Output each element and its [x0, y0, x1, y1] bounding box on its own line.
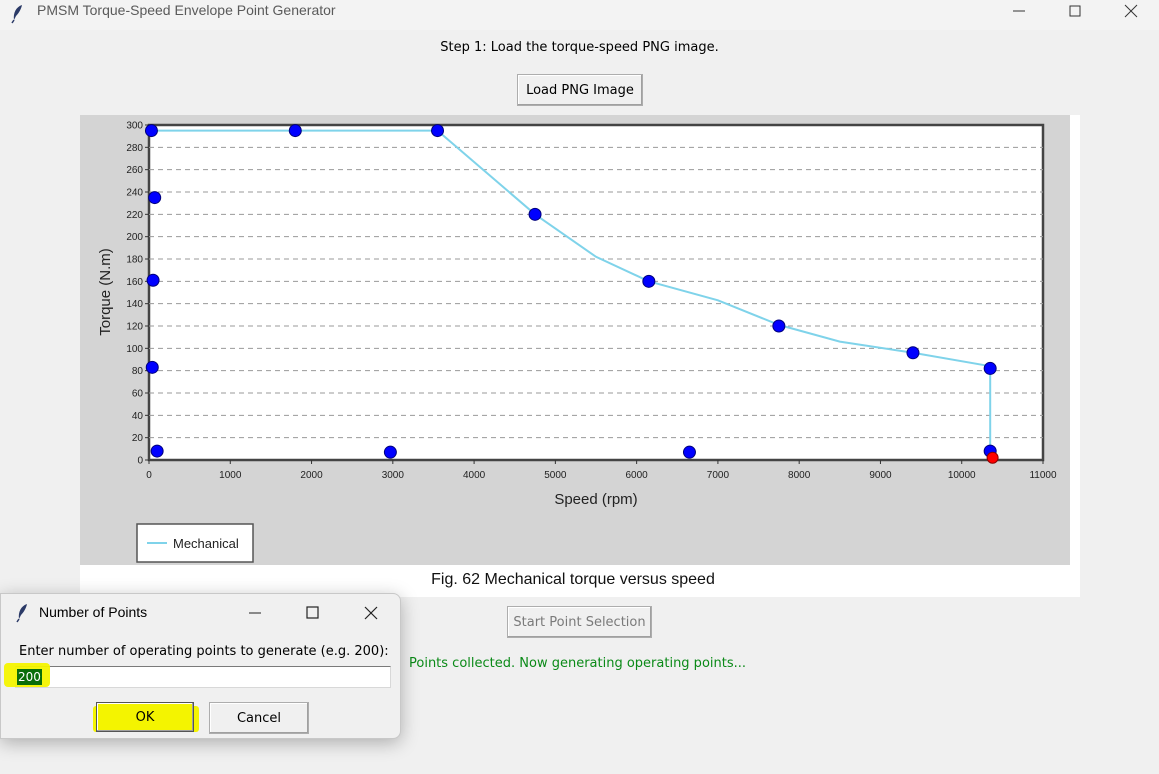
dialog-title: Number of Points — [39, 604, 148, 620]
x-tick-label: 3000 — [382, 470, 405, 481]
selected-point — [528, 207, 542, 221]
x-tick-label: 6000 — [626, 470, 649, 481]
y-tick-label: 60 — [132, 389, 144, 400]
number-of-points-dialog: Number of Points Enter number of operati… — [0, 593, 401, 739]
x-tick-label: 9000 — [869, 470, 892, 481]
minimize-icon — [1013, 10, 1025, 12]
feather-icon — [16, 604, 27, 623]
selected-point — [682, 445, 696, 459]
selected-point — [383, 445, 397, 459]
y-tick-label: 180 — [126, 255, 143, 266]
minimize-button[interactable] — [990, 0, 1048, 22]
minimize-icon — [249, 612, 261, 614]
plot-frame — [147, 123, 1045, 462]
load-png-button[interactable]: Load PNG Image — [517, 74, 643, 106]
y-tick-label: 0 — [137, 456, 143, 467]
selected-point — [146, 273, 160, 287]
maximize-icon — [1069, 5, 1081, 17]
cancel-button[interactable]: Cancel — [209, 702, 309, 734]
x-tick-label: 11000 — [1029, 470, 1057, 481]
selected-point — [145, 360, 159, 374]
window-titlebar: PMSM Torque-Speed Envelope Point Generat… — [0, 0, 1159, 30]
x-tick-label: 1000 — [219, 470, 242, 481]
y-tick-label: 100 — [126, 344, 143, 355]
selected-point — [144, 124, 158, 138]
y-tick-label: 120 — [126, 322, 143, 333]
legend-label-mechanical: Mechanical — [173, 536, 239, 551]
legend: Mechanical — [136, 523, 254, 563]
x-tick-label: 4000 — [463, 470, 486, 481]
y-tick-label: 300 — [126, 121, 143, 132]
dialog-maximize-button[interactable] — [292, 600, 332, 626]
step-label: Step 1: Load the torque-speed PNG image. — [440, 40, 719, 55]
selected-point — [431, 124, 445, 138]
points-count-value: 200 — [17, 669, 42, 685]
feather-icon — [11, 5, 22, 24]
dialog-prompt: Enter number of operating points to gene… — [19, 644, 389, 659]
x-tick-label: 0 — [146, 470, 152, 481]
current-point-marker — [986, 451, 999, 464]
y-tick-label: 240 — [126, 188, 143, 199]
torque-speed-chart: 0 20 40 60 80 100 120 140 160 180 200 220 240 260 280 3… — [80, 115, 1070, 588]
close-button[interactable] — [1102, 0, 1159, 22]
ok-button[interactable]: OK — [96, 702, 194, 732]
y-tick-label: 40 — [132, 411, 144, 422]
x-tick-label: 5000 — [544, 470, 567, 481]
y-tick-label: 160 — [126, 277, 143, 288]
chart-image: 0 20 40 60 80 100 120 140 160 180 200 220 240 260 280 3… — [80, 115, 1080, 597]
selected-point — [642, 274, 656, 288]
y-tick-label: 140 — [126, 299, 143, 310]
y-tick-label: 280 — [126, 143, 143, 154]
selected-point — [906, 346, 920, 360]
x-tick-label: 7000 — [707, 470, 730, 481]
selected-point — [772, 319, 786, 333]
start-point-selection-button[interactable]: Start Point Selection — [507, 606, 652, 638]
x-tick-label: 8000 — [788, 470, 811, 481]
selected-point — [148, 191, 162, 205]
selected-point — [983, 361, 997, 375]
y-tick-label: 20 — [132, 433, 144, 444]
dialog-close-button[interactable] — [351, 600, 391, 626]
y-tick-label: 220 — [126, 210, 143, 221]
window-title: PMSM Torque-Speed Envelope Point Generat… — [37, 2, 336, 18]
close-icon — [1124, 4, 1138, 18]
selected-point — [288, 124, 302, 138]
status-message: Points collected. Now generating operati… — [409, 656, 747, 671]
selected-point — [150, 444, 164, 458]
points-count-input[interactable]: 200 — [4, 663, 391, 688]
dialog-minimize-button[interactable] — [235, 600, 275, 626]
y-tick-label: 260 — [126, 165, 143, 176]
y-tick-label: 200 — [126, 232, 143, 243]
chart-title: Fig. 62 Mechanical torque versus speed — [431, 571, 715, 588]
y-tick-label: 80 — [132, 366, 144, 377]
y-axis-label: Torque (N.m) — [97, 248, 114, 336]
x-tick-label: 10000 — [948, 470, 976, 481]
x-tick-label: 2000 — [300, 470, 323, 481]
close-icon — [364, 606, 378, 620]
maximize-icon — [306, 606, 319, 619]
x-axis-label: Speed (rpm) — [554, 491, 637, 508]
maximize-button[interactable] — [1046, 0, 1104, 22]
